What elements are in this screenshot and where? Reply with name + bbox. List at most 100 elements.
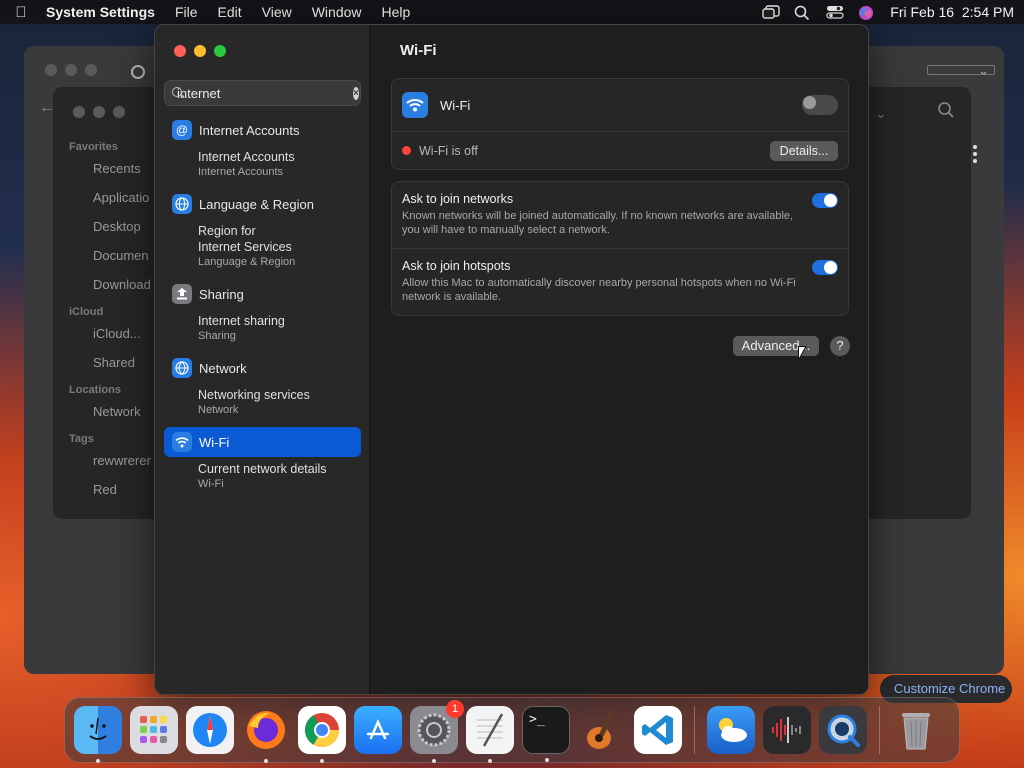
finder-section-locations: Locations [69,384,121,396]
finder-item-tag[interactable]: rewwrerer [93,453,163,468]
system-settings-window: × @ Internet Accounts Internet Accounts … [154,24,869,695]
ask-join-networks-desc: Known networks will be joined automatica… [402,210,794,236]
menu-edit[interactable]: Edit [218,4,242,20]
dock-separator [879,706,880,754]
result-internet-accounts[interactable]: Internet Accounts Internet Accounts [164,149,361,179]
finder-item-downloads[interactable]: Download [93,277,163,292]
finder-item-icloud-drive[interactable]: iCloud... [93,326,163,341]
finder-section-favorites: Favorites [69,141,118,153]
finder-more-icon[interactable] [973,145,977,163]
menu-clock[interactable]: Fri Feb 16 2:54 PM [890,4,1014,20]
finder-icon[interactable] [74,706,122,763]
launchpad-icon[interactable] [130,706,178,754]
close-window-button[interactable] [174,45,186,57]
siri-icon[interactable] [858,5,874,20]
result-subtitle: Wi-Fi [198,478,224,490]
finder-traffic-lights [73,105,133,123]
finder-sidebar: Favorites Recents Applicatio Desktop Doc… [53,127,163,511]
wifi-card: Wi-Fi Wi-Fi is off Details... [391,78,849,170]
minimize-window-button[interactable] [194,45,206,57]
globe-icon [172,194,192,214]
firefox-icon[interactable] [242,706,290,763]
sidebar-item-wifi[interactable]: Wi-Fi [164,427,361,457]
quicktime-icon[interactable] [819,706,867,754]
result-group: Sharing Internet sharing Sharing [164,279,361,343]
help-button[interactable]: ? [830,336,850,356]
stage-manager-icon[interactable] [762,5,780,19]
settings-search-field[interactable]: × [164,80,361,106]
voice-memos-icon[interactable] [763,706,811,754]
chrome-traffic-lights [45,63,105,81]
menu-file[interactable]: File [175,4,198,20]
menu-view[interactable]: View [262,4,292,20]
finder-item-desktop[interactable]: Desktop [93,219,163,234]
chrome-tab-thumbnail [927,65,995,75]
page-title: Wi-Fi [400,42,437,59]
sidebar-item-network[interactable]: Network [164,353,361,383]
finder-dropdown-icon[interactable]: ⌄ [875,105,887,122]
apple-menu-icon[interactable]:  [10,4,32,21]
sidebar-item-label: Language & Region [199,196,314,212]
wifi-toggle[interactable] [802,95,838,115]
finder-search-icon[interactable] [937,101,955,124]
details-button[interactable]: Details... [770,140,838,161]
wifi-status-text: Wi-Fi is off [419,143,478,158]
system-settings-icon[interactable]: 1 [410,700,464,763]
ask-join-networks-title: Ask to join networks [402,192,514,206]
sidebar-item-language-region[interactable]: Language & Region [164,189,361,219]
result-group: @ Internet Accounts Internet Accounts In… [164,115,361,179]
result-group: Wi-Fi Current network details Wi-Fi [164,427,361,491]
finder-item-applications[interactable]: Applicatio [93,190,163,205]
dock: 1 >_ [64,697,960,763]
menu-app-name[interactable]: System Settings [46,4,155,20]
finder-item-network[interactable]: Network [93,404,163,419]
more-menu-icon[interactable] [1001,107,1005,137]
result-subtitle: Language & Region [198,256,296,268]
settings-sidebar: × @ Internet Accounts Internet Accounts … [155,25,370,694]
result-current-network-details[interactable]: Current network details Wi-Fi [164,461,361,491]
network-icon [172,358,192,378]
finder-item-shared[interactable]: Shared [93,355,163,370]
search-input[interactable] [177,85,353,101]
at-icon: @ [172,120,192,140]
finder-item-recents[interactable]: Recents [93,161,163,176]
clear-search-icon[interactable]: × [353,86,359,100]
result-networking-services[interactable]: Networking services Network [164,387,361,417]
app-store-icon[interactable] [354,706,402,754]
chrome-tab-icon[interactable] [131,65,145,79]
notification-badge: 1 [446,700,464,718]
weather-icon[interactable] [707,706,755,754]
join-options-card: Ask to join networks Known networks will… [391,181,849,316]
wifi-row: Wi-Fi [392,79,848,131]
ask-join-networks-row: Ask to join networks Known networks will… [392,182,848,248]
sidebar-item-label: Internet Accounts [199,122,300,138]
menu-window[interactable]: Window [312,4,362,20]
sidebar-item-sharing[interactable]: Sharing [164,279,361,309]
wifi-label: Wi-Fi [440,97,471,113]
sidebar-item-label: Sharing [199,286,244,302]
spotlight-search-icon[interactable] [794,5,810,21]
terminal-icon[interactable]: >_ [522,706,570,762]
result-region-internet-services[interactable]: Region for Internet Services Language & … [164,223,361,269]
result-internet-sharing[interactable]: Internet sharing Sharing [164,313,361,343]
textedit-icon[interactable] [466,706,514,763]
finder-item-documents[interactable]: Documen [93,248,163,263]
chrome-icon[interactable] [298,706,346,763]
dock-separator [694,706,695,754]
result-group: Network Networking services Network [164,353,361,417]
finder-item-tag-red[interactable]: Red [93,482,163,497]
control-center-icon[interactable] [826,5,844,19]
ask-join-networks-toggle[interactable] [812,193,838,208]
vscode-icon[interactable] [634,706,682,754]
ask-join-hotspots-toggle[interactable] [812,260,838,275]
safari-icon[interactable] [186,706,234,754]
result-title: Region for Internet Services [198,224,292,254]
finder-section-tags: Tags [69,433,94,445]
menu-help[interactable]: Help [382,4,411,20]
zoom-window-button[interactable] [214,45,226,57]
ask-join-hotspots-row: Ask to join hotspots Allow this Mac to a… [392,248,848,315]
garageband-icon[interactable] [578,706,626,754]
mouse-cursor [798,346,807,361]
sidebar-item-internet-accounts[interactable]: @ Internet Accounts [164,115,361,145]
trash-icon[interactable] [892,706,940,754]
